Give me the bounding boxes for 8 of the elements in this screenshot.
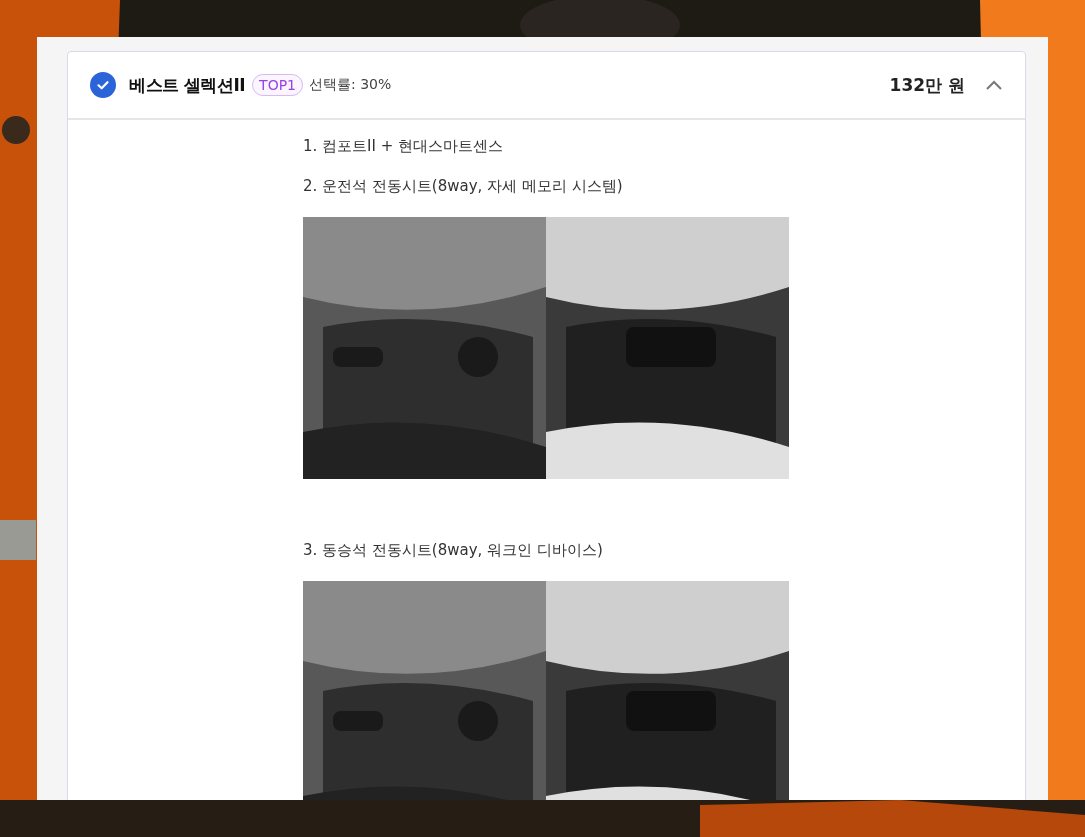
selection-rate: 선택률: 30% bbox=[309, 76, 392, 94]
option-detail: 3. 동승석 전동시트(8way, 워크인 디바이스) bbox=[303, 540, 604, 561]
option-detail: 2. 운전석 전동시트(8way, 자세 메모리 시스템) bbox=[303, 176, 624, 197]
option-detail: 1. 컴포트II + 현대스마트센스 bbox=[303, 136, 505, 157]
option-price: 132만 원 bbox=[889, 73, 965, 97]
option-title: 베스트 셀렉션II bbox=[129, 73, 246, 97]
checkbox[interactable] bbox=[90, 72, 116, 98]
rank-badge: TOP1 bbox=[252, 74, 303, 96]
